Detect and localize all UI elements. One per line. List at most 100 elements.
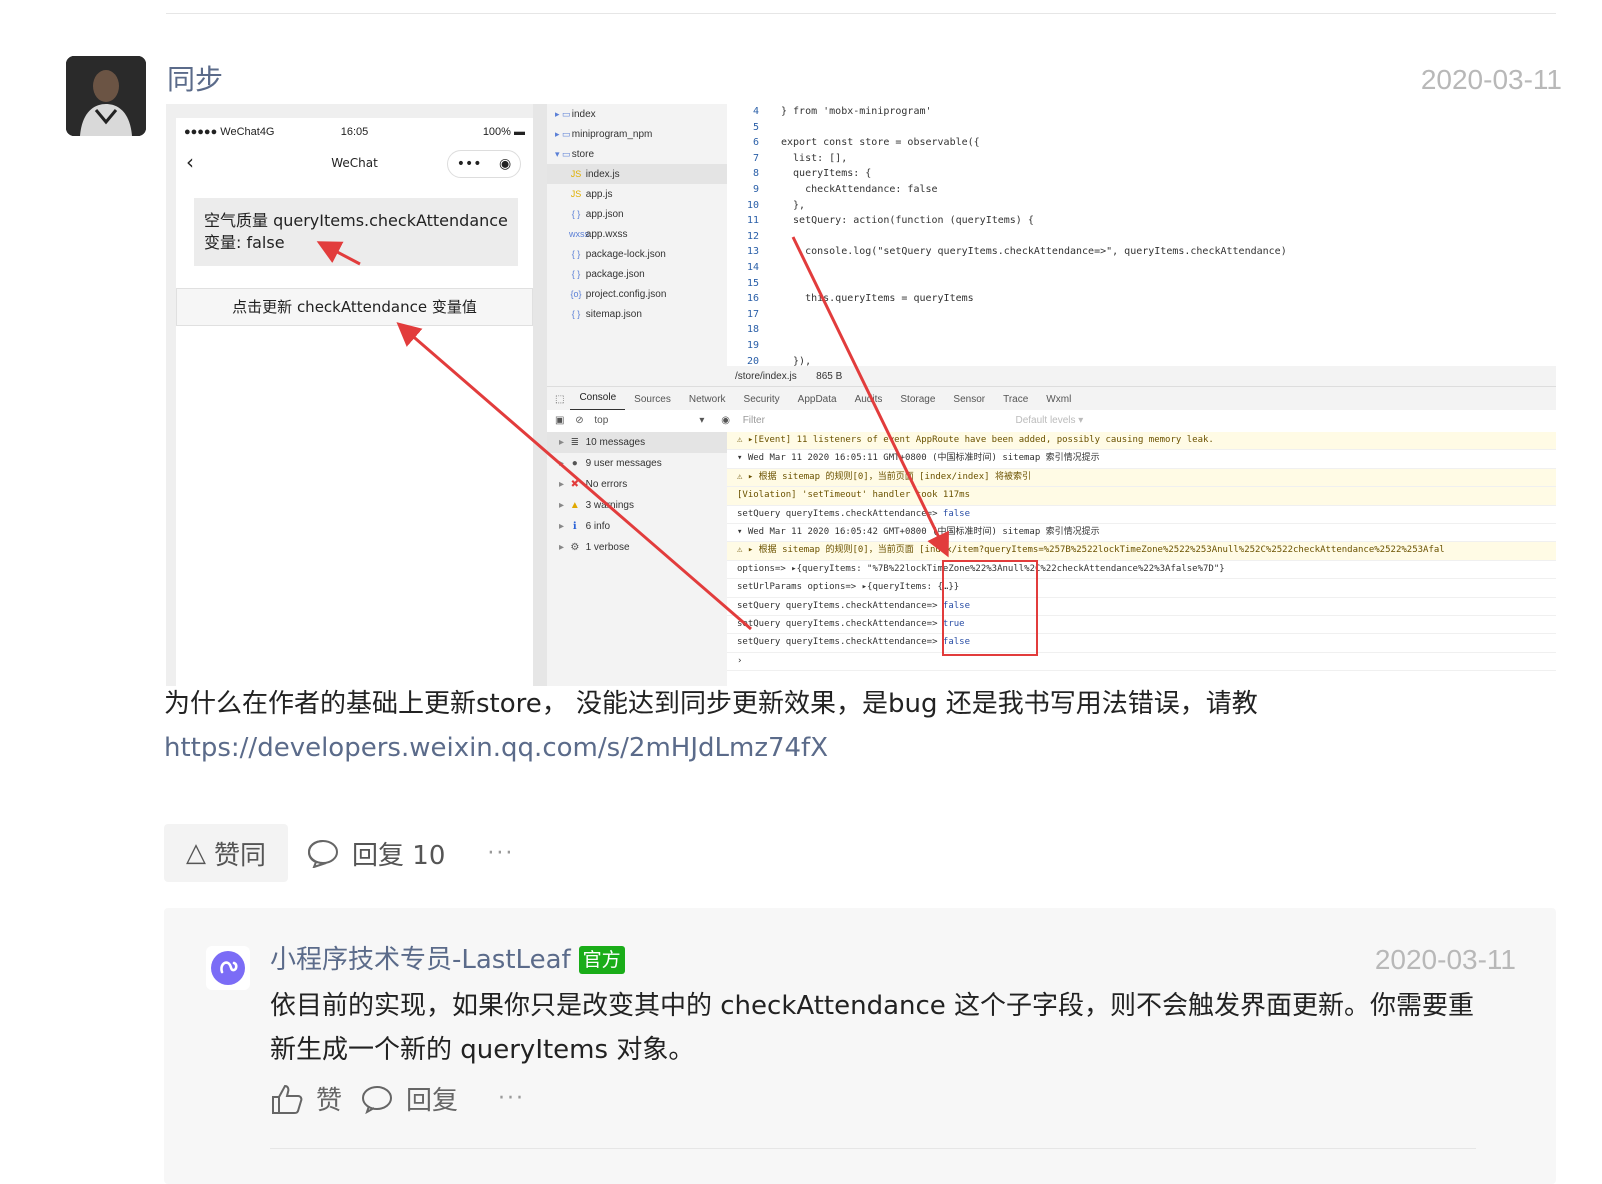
line-number: 8: [752, 168, 759, 180]
devtools-tab[interactable]: Console: [570, 387, 626, 411]
code-editor: 4} from 'mobx-miniprogram' 5 6 export const…: [727, 104, 1556, 366]
capsule-menu[interactable]: ••• ◉: [447, 150, 521, 178]
devtools-tab[interactable]: Sources: [625, 394, 680, 405]
console-line: setUrlParams options=> ▸{queryItems: {…}…: [727, 579, 1556, 598]
miniprogram-logo-icon: [211, 951, 245, 985]
file-type-icon: { }: [571, 309, 581, 319]
log-levels-select[interactable]: Default levels ▾: [1015, 415, 1083, 426]
author-avatar[interactable]: [66, 56, 146, 136]
editor-status-bar: /store/index.js 865 B: [727, 366, 1556, 388]
sidebar-toggle-icon[interactable]: ▣: [547, 415, 564, 426]
eye-icon[interactable]: ◉: [707, 415, 730, 426]
agree-button[interactable]: △ 赞同: [164, 824, 289, 882]
reply-more-icon[interactable]: ···: [498, 1086, 525, 1111]
clear-console-icon[interactable]: ⊘: [567, 415, 583, 426]
phone-screen: ●●●●● WeChat4G 16:05 100% ▬ ‹ WeChat •••…: [176, 118, 533, 686]
file-tree-item[interactable]: ▸ ▭ index: [547, 104, 727, 124]
console-line: ⚠ ▸[Event] 11 listeners of event AppRout…: [727, 432, 1556, 451]
console-filter-label: 9 user messages: [582, 458, 662, 469]
post-link[interactable]: https://developers.weixin.qq.com/s/2mHJd…: [164, 726, 1554, 770]
file-tree-item[interactable]: {o} project.config.json: [547, 284, 727, 304]
file-name: store: [569, 149, 595, 160]
annotation-highlight-box: [942, 560, 1038, 656]
code-line: 12: [727, 229, 1556, 245]
console-filter-item[interactable]: ▸ ℹ 6 info: [547, 516, 727, 537]
devtools-tab[interactable]: Sensor: [944, 394, 994, 405]
file-tree-item[interactable]: { } package-lock.json: [547, 244, 727, 264]
file-tree: ▸ ▭ index ▸ ▭ miniprogram_npm ▾ ▭ store JS …: [547, 104, 727, 396]
phone-simulator: ●●●●● WeChat4G 16:05 100% ▬ ‹ WeChat •••…: [166, 104, 547, 686]
reply-card: 小程序技术专员-LastLeaf 官方 2020-03-11 依目前的实现，如果…: [164, 908, 1556, 1184]
devtools-tab[interactable]: Audits: [846, 394, 892, 405]
devtools-tab[interactable]: Wxml: [1037, 394, 1080, 405]
reply-author-row: 小程序技术专员-LastLeaf 官方: [270, 940, 625, 980]
file-tree-item[interactable]: JS index.js: [547, 164, 727, 184]
devtools-tab[interactable]: Storage: [891, 394, 944, 405]
post-body: 为什么在作者的基础上更新store， 没能达到同步更新效果，是bug 还是我书写…: [164, 682, 1554, 770]
file-name: package.json: [583, 269, 645, 280]
file-tree-item[interactable]: { } package.json: [547, 264, 727, 284]
line-number: 10: [746, 199, 759, 211]
code-text: setQuery: action(function (queryItems) {: [781, 215, 1034, 227]
file-tree-item[interactable]: JS app.js: [547, 184, 727, 204]
console-filter-item[interactable]: ▸ ▲ 3 warnings: [547, 495, 727, 516]
reply-count-button[interactable]: 回复 10: [306, 835, 445, 872]
file-name: sitemap.json: [583, 309, 642, 320]
code-line: 14: [727, 260, 1556, 276]
reply-reply-button[interactable]: 回复: [360, 1080, 458, 1117]
console-filter-item[interactable]: ▸ ⚙ 1 verbose: [547, 537, 727, 558]
line-number: 13: [746, 246, 759, 258]
line-number: 11: [746, 215, 759, 227]
file-tree-item[interactable]: { } app.json: [547, 204, 727, 224]
update-variable-button[interactable]: 点击更新 checkAttendance 变量值: [176, 288, 533, 326]
context-select[interactable]: top ▾: [586, 410, 704, 432]
devtools-tab[interactable]: AppData: [789, 394, 846, 405]
log-level-icon: ⚙: [570, 542, 580, 553]
reply-like-button[interactable]: 赞: [270, 1080, 342, 1117]
more-icon[interactable]: •••: [457, 156, 482, 172]
file-name: project.config.json: [583, 289, 667, 300]
console-filter-item[interactable]: ▸ ✖ No errors: [547, 474, 727, 495]
console-line-text: setQuery queryItems.checkAttendance=>: [737, 508, 943, 519]
state-line-2: 变量: false: [204, 233, 285, 252]
file-tree-item[interactable]: wxss app.wxss: [547, 224, 727, 244]
triangle-up-icon: △: [186, 838, 206, 868]
reply-author[interactable]: 小程序技术专员-LastLeaf: [270, 940, 571, 980]
file-tree-item[interactable]: ▾ ▭ store: [547, 144, 727, 164]
post-date: 2020-03-11: [1420, 64, 1562, 95]
file-type-icon: {o}: [570, 289, 582, 299]
inspect-icon[interactable]: ⬚: [547, 394, 570, 405]
devtools-tab[interactable]: Network: [680, 394, 735, 405]
code-text: queryItems: {: [781, 168, 872, 180]
file-name: package-lock.json: [583, 249, 666, 260]
line-number: 5: [752, 121, 759, 133]
post-author[interactable]: 同步: [167, 60, 223, 100]
reply-avatar[interactable]: [206, 946, 250, 990]
console-filter-item[interactable]: ▸ ≣ 10 messages: [547, 432, 727, 453]
log-level-icon: ✖: [570, 479, 579, 490]
file-tree-item[interactable]: { } sitemap.json: [547, 304, 727, 324]
more-options-icon[interactable]: ···: [487, 841, 514, 866]
console-filter-label: 6 info: [582, 521, 611, 532]
expand-arrow-icon: ▸: [559, 437, 567, 448]
console-line: ▾ Wed Mar 11 2020 16:05:11 GMT+0800 (中国标…: [727, 450, 1556, 469]
file-name: app.wxss: [583, 229, 628, 240]
console-line-text: setQuery queryItems.checkAttendance=>: [737, 618, 943, 629]
line-number: 17: [746, 308, 759, 320]
devtools-tab[interactable]: Security: [735, 394, 789, 405]
expand-arrow-icon: ▸: [559, 500, 567, 511]
official-badge: 官方: [578, 946, 625, 974]
console-output: ⚠ ▸[Event] 11 listeners of event AppRout…: [727, 432, 1556, 686]
file-type-icon: ▸ ▭: [555, 129, 571, 139]
devtools-tab[interactable]: Trace: [994, 394, 1037, 405]
console-line-text: setQuery queryItems.checkAttendance=>: [737, 600, 943, 611]
console-filter-label: 1 verbose: [582, 542, 630, 553]
embedded-screenshot[interactable]: ●●●●● WeChat4G 16:05 100% ▬ ‹ WeChat •••…: [166, 104, 1556, 686]
console-filter-item[interactable]: ▸ ● 9 user messages: [547, 453, 727, 474]
expand-arrow-icon: ▸: [559, 521, 567, 532]
close-target-icon[interactable]: ◉: [499, 156, 511, 172]
line-number: 15: [746, 277, 759, 289]
console-filter-input[interactable]: Filter: [733, 410, 1013, 432]
code-line: 9 checkAttendance: false: [727, 182, 1556, 198]
file-tree-item[interactable]: ▸ ▭ miniprogram_npm: [547, 124, 727, 144]
